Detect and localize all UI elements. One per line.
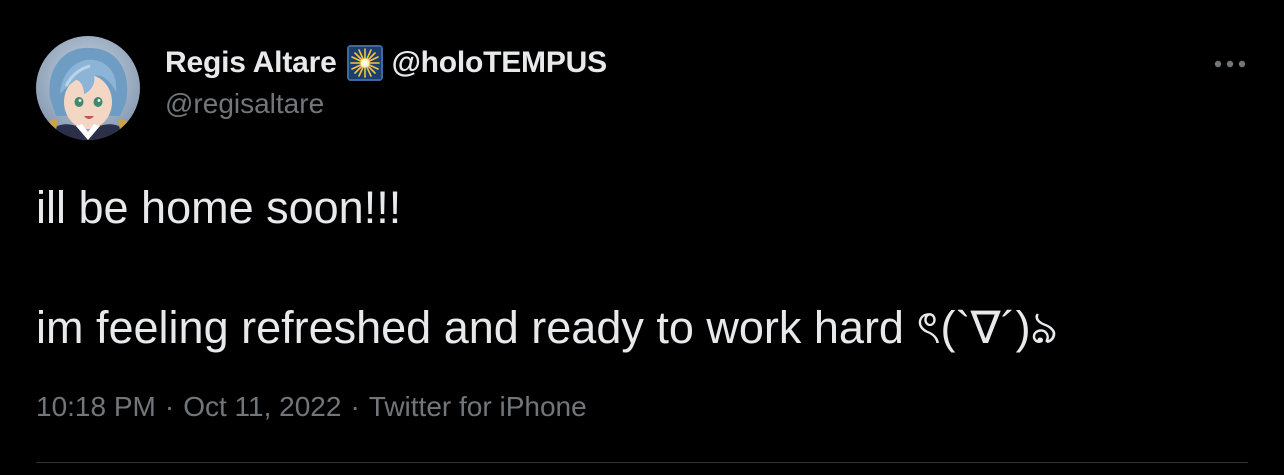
more-horizontal-icon xyxy=(1214,60,1246,68)
affiliation-badge-icon[interactable] xyxy=(346,45,383,81)
avatar[interactable] xyxy=(36,36,140,140)
meta-separator: · xyxy=(164,391,175,422)
affiliation-handle[interactable]: @holoTEMPUS xyxy=(392,46,608,80)
tweet-source[interactable]: Twitter for iPhone xyxy=(369,391,587,423)
tweet-text-line: ill be home soon!!! xyxy=(36,182,402,233)
tweet-date[interactable]: Oct 11, 2022 xyxy=(183,391,341,423)
divider xyxy=(36,462,1248,463)
tweet-text: ill be home soon!!! im feeling refreshed… xyxy=(36,178,1246,358)
meta-separator: · xyxy=(350,391,360,422)
tweet-card: Regis Altare @holoTEMPUS @regisaltare il… xyxy=(0,0,1284,475)
tweet-text-line: im feeling refreshed and ready to work h… xyxy=(36,302,1058,353)
more-button[interactable] xyxy=(1206,46,1254,82)
tweet-time[interactable]: 10:18 PM xyxy=(36,391,156,423)
display-name[interactable]: Regis Altare xyxy=(165,46,337,80)
username[interactable]: @regisaltare xyxy=(165,88,324,120)
tweet-metadata: 10:18 PM · Oct 11, 2022 · Twitter for iP… xyxy=(36,391,587,423)
author-line: Regis Altare @holoTEMPUS xyxy=(165,43,607,83)
avatar-icon xyxy=(36,36,140,140)
